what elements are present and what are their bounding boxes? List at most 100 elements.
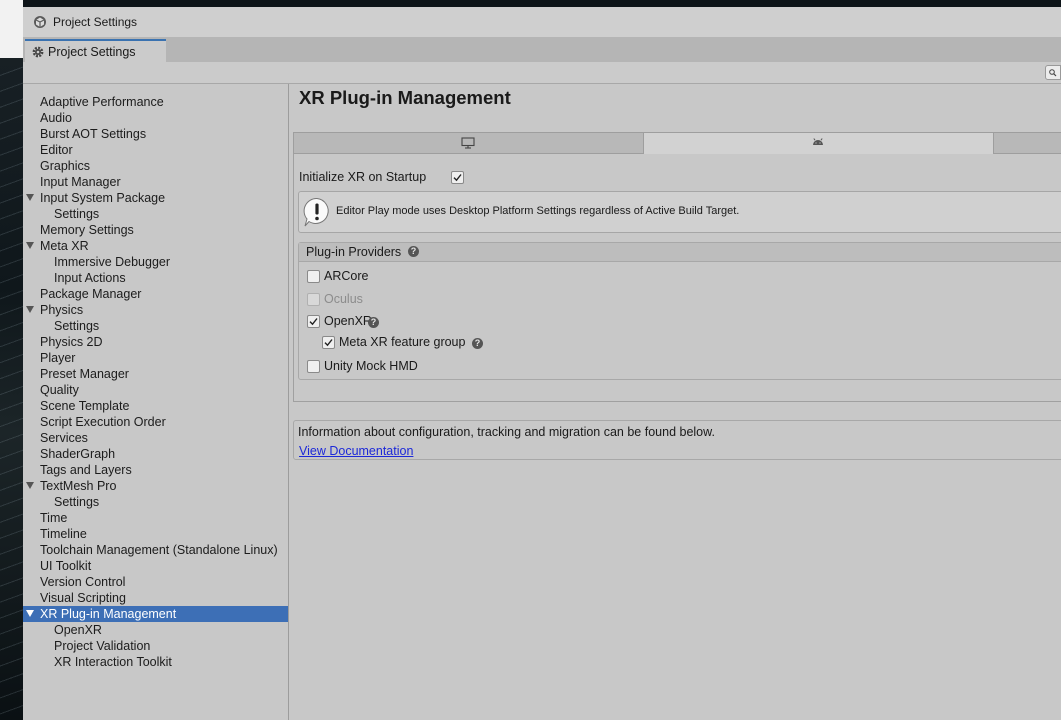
- sidebar-item-label: Immersive Debugger: [54, 255, 171, 269]
- sidebar-item[interactable]: Scene Template: [23, 398, 288, 414]
- sidebar-item[interactable]: Services: [23, 430, 288, 446]
- sidebar-item[interactable]: Memory Settings: [23, 222, 288, 238]
- toolbar: [23, 62, 1061, 84]
- sidebar-item[interactable]: Input Actions: [23, 270, 288, 286]
- sidebar-item[interactable]: Package Manager: [23, 286, 288, 302]
- provider-label: Oculus: [324, 292, 363, 306]
- tab-other-platform[interactable]: [993, 132, 1061, 154]
- sidebar-item[interactable]: Immersive Debugger: [23, 254, 288, 270]
- sidebar-item[interactable]: Tags and Layers: [23, 462, 288, 478]
- checkmark-icon: [324, 339, 333, 347]
- info-help-box: Editor Play mode uses Desktop Platform S…: [298, 191, 1061, 233]
- search-button[interactable]: [1045, 65, 1061, 80]
- provider-label: OpenXR: [324, 314, 372, 328]
- help-message: Editor Play mode uses Desktop Platform S…: [336, 205, 740, 217]
- sidebar-item[interactable]: Adaptive Performance: [23, 94, 288, 110]
- plugin-providers-title: Plug-in Providers: [306, 245, 402, 259]
- sidebar-item-label: Time: [40, 511, 68, 525]
- sidebar-item[interactable]: Quality: [23, 382, 288, 398]
- sidebar-item-label: Toolchain Management (Standalone Linux): [40, 543, 278, 557]
- sidebar-item-label: Input Actions: [54, 271, 126, 285]
- sidebar-item[interactable]: Script Execution Order: [23, 414, 288, 430]
- project-settings-window: Project Settings Project Settings Adapti…: [23, 7, 1061, 720]
- unity-logo-icon: [34, 16, 46, 28]
- expand-arrow-icon[interactable]: [26, 610, 34, 617]
- settings-sidebar: Adaptive Performance Audio Burst AOT Setti…: [23, 84, 289, 720]
- checkmark-icon: [453, 174, 462, 182]
- sidebar-item-label: Settings: [54, 495, 100, 509]
- warning-icon: [303, 197, 329, 227]
- expand-arrow-icon[interactable]: [26, 194, 34, 201]
- initialize-xr-checkbox[interactable]: [451, 171, 464, 184]
- tab-bar: Project Settings: [23, 37, 1061, 62]
- sidebar-item[interactable]: Version Control: [23, 574, 288, 590]
- sidebar-item-label: XR Plug-in Management: [40, 607, 177, 621]
- tab-label: Project Settings: [48, 44, 136, 59]
- provider-checkbox: [307, 293, 320, 306]
- title-bar[interactable]: Project Settings: [23, 7, 1061, 37]
- sidebar-item[interactable]: ShaderGraph: [23, 446, 288, 462]
- tab-android[interactable]: [643, 132, 994, 154]
- sidebar-item[interactable]: Editor: [23, 142, 288, 158]
- sidebar-item[interactable]: Input System Package: [23, 190, 288, 206]
- sidebar-item-label: Quality: [40, 383, 79, 397]
- sidebar-item[interactable]: Audio: [23, 110, 288, 126]
- sidebar-item[interactable]: TextMesh Pro: [23, 478, 288, 494]
- expand-arrow-icon[interactable]: [26, 306, 34, 313]
- sidebar-item[interactable]: Physics 2D: [23, 334, 288, 350]
- sidebar-item-label: OpenXR: [54, 623, 102, 637]
- sidebar-item-label: Memory Settings: [40, 223, 134, 237]
- sidebar-item[interactable]: Settings: [23, 494, 288, 510]
- sidebar-item[interactable]: Toolchain Management (Standalone Linux): [23, 542, 288, 558]
- provider-checkbox[interactable]: [322, 336, 335, 349]
- view-documentation-link[interactable]: View Documentation: [299, 444, 413, 458]
- sidebar-item-label: Package Manager: [40, 287, 142, 301]
- provider-checkbox[interactable]: [307, 315, 320, 328]
- sidebar-item-label: Adaptive Performance: [40, 95, 164, 109]
- expand-arrow-icon[interactable]: [26, 242, 34, 249]
- sidebar-item[interactable]: UI Toolkit: [23, 558, 288, 574]
- sidebar-item[interactable]: Timeline: [23, 526, 288, 542]
- sidebar-item-label: ShaderGraph: [40, 447, 116, 461]
- provider-label: ARCore: [324, 269, 369, 283]
- provider-label: Meta XR feature group: [339, 335, 466, 349]
- sidebar-item[interactable]: Project Validation: [23, 638, 288, 654]
- tab-project-settings[interactable]: Project Settings: [25, 39, 166, 62]
- sidebar-item[interactable]: Time: [23, 510, 288, 526]
- sidebar-item[interactable]: Input Manager: [23, 174, 288, 190]
- help-icon[interactable]: ?: [408, 246, 419, 257]
- provider-checkbox[interactable]: [307, 360, 320, 373]
- sidebar-item-label: Burst AOT Settings: [40, 127, 147, 141]
- expand-arrow-icon[interactable]: [26, 482, 34, 489]
- sidebar-item[interactable]: Player: [23, 350, 288, 366]
- sidebar-item[interactable]: Graphics: [23, 158, 288, 174]
- help-icon[interactable]: ?: [368, 317, 379, 328]
- android-icon: [813, 138, 823, 145]
- provider-checkbox[interactable]: [307, 270, 320, 283]
- sidebar-item-label: Settings: [54, 319, 100, 333]
- platform-tabs: [293, 132, 1061, 154]
- sidebar-item-label: Player: [40, 351, 76, 365]
- help-icon[interactable]: ?: [472, 338, 483, 349]
- sidebar-item[interactable]: Settings: [23, 206, 288, 222]
- sidebar-item[interactable]: Preset Manager: [23, 366, 288, 382]
- sidebar-item[interactable]: XR Plug-in Management: [23, 606, 288, 622]
- sidebar-item-label: Input Manager: [40, 175, 121, 189]
- provider-label: Unity Mock HMD: [324, 359, 418, 373]
- gear-icon: [32, 46, 44, 57]
- checkmark-icon: [309, 318, 318, 326]
- documentation-info-box: Information about configuration, trackin…: [293, 420, 1061, 460]
- window-title: Project Settings: [53, 15, 138, 29]
- sidebar-item-label: Timeline: [40, 527, 87, 541]
- sidebar-item[interactable]: Meta XR: [23, 238, 288, 254]
- sidebar-item[interactable]: OpenXR: [23, 622, 288, 638]
- tab-desktop[interactable]: [293, 132, 644, 154]
- sidebar-item[interactable]: XR Interaction Toolkit: [23, 654, 288, 670]
- sidebar-item[interactable]: Physics: [23, 302, 288, 318]
- sidebar-item-label: Settings: [54, 207, 100, 221]
- sidebar-item[interactable]: Burst AOT Settings: [23, 126, 288, 142]
- info-text: Information about configuration, trackin…: [298, 425, 715, 439]
- sidebar-item[interactable]: Visual Scripting: [23, 590, 288, 606]
- sidebar-item[interactable]: Settings: [23, 318, 288, 334]
- sidebar-item-label: Graphics: [40, 159, 91, 173]
